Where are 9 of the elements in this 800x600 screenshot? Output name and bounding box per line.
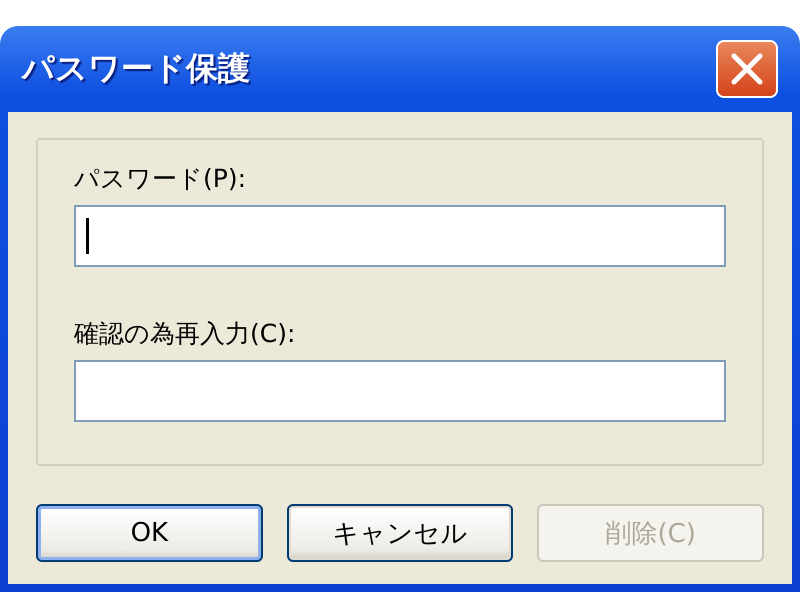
password-field[interactable] (74, 360, 726, 422)
close-icon (730, 52, 764, 86)
dialog-button[interactable]: OK (36, 504, 263, 562)
dialog-button[interactable]: キャンセル (286, 504, 514, 562)
field-label: 確認の為再入力(C): (74, 318, 296, 350)
password-field[interactable] (74, 205, 726, 267)
field-label: パスワード(P): (74, 163, 248, 195)
close-button[interactable] (716, 40, 778, 98)
window-title: パスワード保護 (22, 48, 250, 89)
